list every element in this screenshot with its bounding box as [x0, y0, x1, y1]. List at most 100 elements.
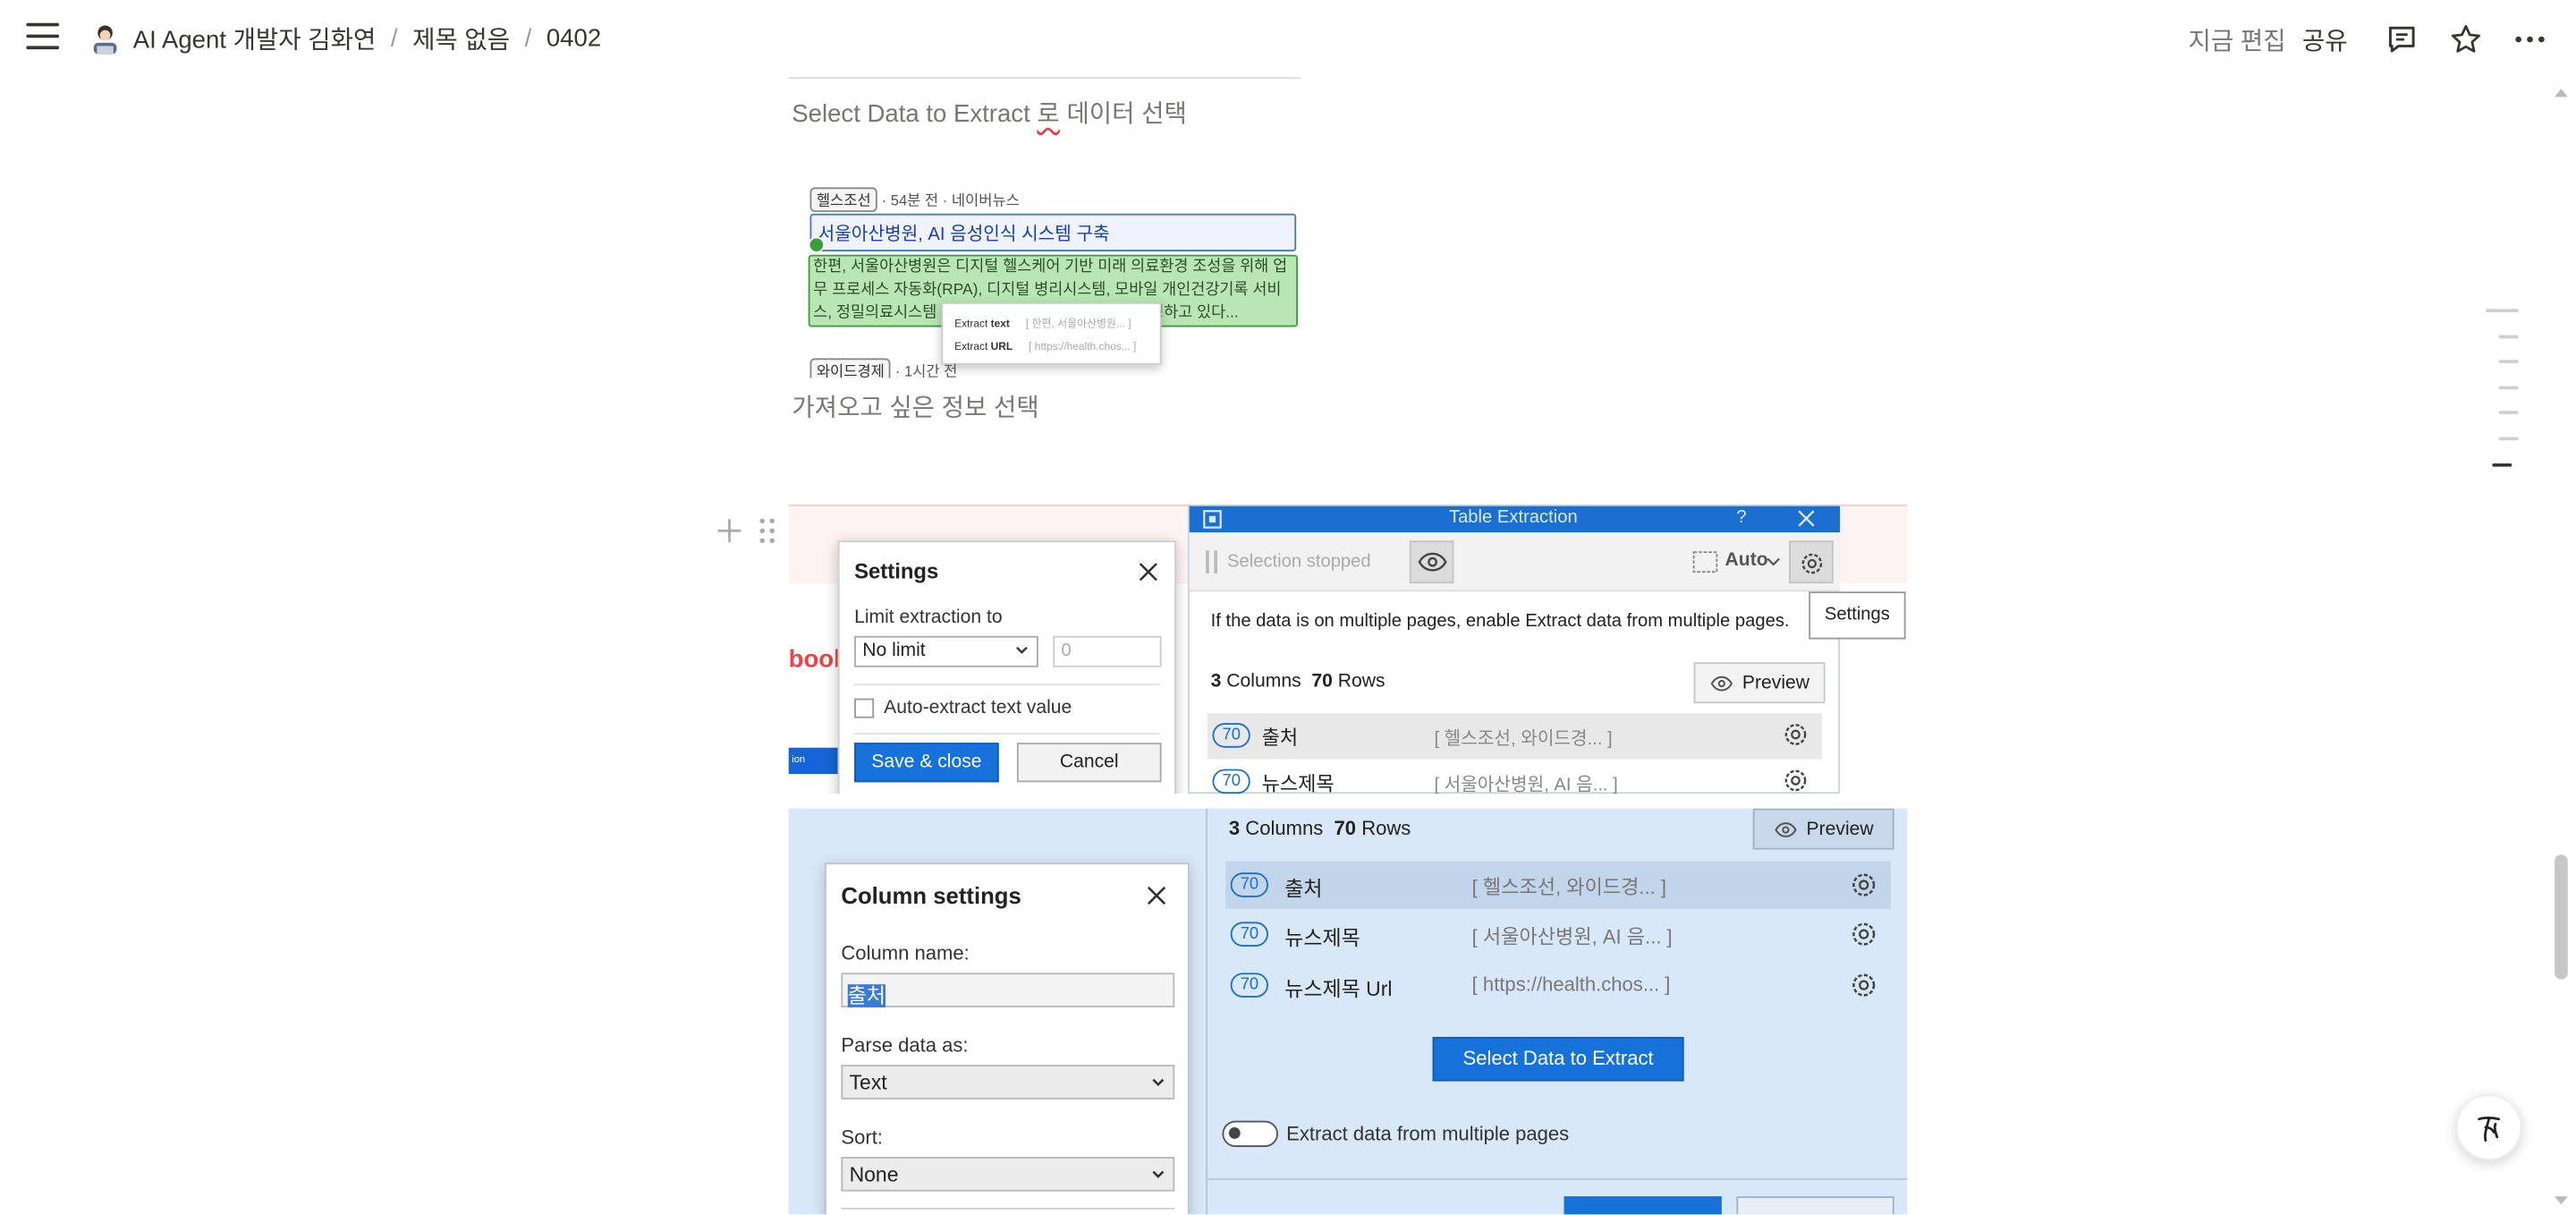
parse-value: Text	[849, 1071, 887, 1095]
app-icon	[1203, 510, 1222, 529]
row-count-pill: 70	[1212, 769, 1250, 794]
close-icon[interactable]	[1797, 509, 1815, 527]
preview-button[interactable]: Preview	[1693, 662, 1826, 704]
star-icon[interactable]	[2448, 21, 2484, 57]
comment-icon[interactable]	[2384, 21, 2419, 57]
preview-button[interactable]: Preview	[1752, 808, 1894, 850]
edited-status: 지금 편집	[2188, 27, 2286, 55]
option-value: [ 한편, 서울아산병원... ]	[1025, 319, 1131, 331]
column-name-input[interactable]: 출처	[841, 973, 1175, 1007]
column-row[interactable]: 70 뉴스제목 Url [ https://health.chos... ]	[1225, 961, 1891, 1008]
outline-item[interactable]	[2498, 386, 2519, 389]
source-badge: 와이드경제	[809, 358, 892, 378]
breadcrumb-workspace[interactable]: AI Agent 개발자 김화연	[133, 21, 377, 56]
row-count-pill: 70	[1212, 723, 1250, 748]
rows-count: 70	[1311, 672, 1333, 692]
extract-url-option[interactable]: Extract URL [ https://health.chos... ]	[954, 342, 1136, 353]
column-sample: [ 헬스조선, 와이드경... ]	[1471, 875, 1667, 899]
limit-select[interactable]: No limit	[854, 635, 1038, 667]
selection-dot	[808, 236, 826, 253]
auto-select[interactable]: Auto	[1725, 550, 1768, 570]
rows-label: Rows	[1361, 816, 1411, 840]
gear-icon[interactable]	[1783, 721, 1809, 747]
caption-choose-info: 가져오고 싶은 정보 선택	[792, 394, 1039, 423]
outline-item[interactable]	[2498, 411, 2519, 415]
share-button[interactable]: 공유	[2302, 22, 2348, 57]
news-meta: · 1시간 전	[894, 362, 958, 378]
add-block-icon[interactable]	[716, 516, 742, 546]
column-name: 뉴스제목	[1284, 926, 1360, 950]
scrollbar-thumb[interactable]	[2555, 854, 2568, 980]
column-settings-screenshot: 3 Columns 70 Rows Preview 70 출처 [ 헬스조선, …	[788, 808, 1908, 1215]
breadcrumb-page[interactable]: 제목 없음	[412, 21, 510, 56]
column-name-value: 출처	[847, 984, 886, 1007]
divider	[854, 684, 1160, 685]
cancel-button-partial[interactable]	[1736, 1196, 1894, 1215]
cancel-button[interactable]: Cancel	[1016, 743, 1162, 783]
menu-icon[interactable]	[26, 22, 60, 53]
limit-number-input[interactable]: 0	[1053, 635, 1162, 667]
columns-count: 3	[1210, 672, 1222, 692]
divider	[841, 1207, 1175, 1210]
columns-panel: 3 Columns 70 Rows Preview 70 출처 [ 헬스조선, …	[1206, 808, 1908, 1215]
select-data-button[interactable]: Select Data to Extract	[1432, 1036, 1684, 1082]
row-count-pill: 70	[1230, 922, 1269, 947]
close-icon[interactable]	[1135, 558, 1161, 584]
breadcrumb-subpage[interactable]: 0402	[547, 25, 601, 53]
news-meta: · 54분 전 · 네이버뉴스	[881, 191, 1020, 209]
preview-label: Preview	[1741, 673, 1810, 693]
help-button[interactable]: ?	[1736, 508, 1746, 528]
multipage-toggle[interactable]	[1222, 1120, 1278, 1148]
breadcrumb: AI Agent 개발자 김화연 / 제목 없음 / 0402	[89, 21, 601, 56]
save-button-partial[interactable]	[1563, 1196, 1722, 1215]
selection-status: Selection stopped	[1227, 552, 1371, 573]
ai-assistant-button[interactable]	[2455, 1094, 2522, 1160]
extract-text-option[interactable]: Extract text [ 한편, 서울아산병원... ]	[954, 314, 1131, 330]
chevron-down-icon	[1152, 1078, 1165, 1087]
outline-item[interactable]	[2498, 437, 2519, 441]
column-name-label: Column name:	[841, 941, 970, 965]
page-outline[interactable]	[2485, 309, 2519, 488]
eye-icon	[1774, 821, 1796, 837]
gear-icon	[1801, 553, 1823, 574]
breadcrumb-separator: /	[524, 24, 532, 53]
column-row[interactable]: 70 뉴스제목 [ 서울아산병원, AI 음... ]	[1225, 911, 1891, 958]
caption-suffix: 데이터 선택	[1059, 100, 1187, 129]
breadcrumb-separator: /	[390, 24, 398, 53]
option-label-bold: text	[990, 319, 1010, 331]
parse-select[interactable]: Text	[841, 1065, 1175, 1100]
auto-extract-checkbox[interactable]	[854, 698, 875, 718]
gear-icon[interactable]	[1850, 871, 1877, 898]
limit-number-value: 0	[1061, 641, 1072, 661]
gear-icon[interactable]	[1850, 971, 1877, 998]
column-row[interactable]: 70 뉴스제목 [ 서울아산병원, AI 음... ]	[1208, 760, 1822, 794]
divider	[1207, 1177, 1908, 1180]
limit-label: Limit extraction to	[854, 608, 1003, 628]
pause-icon[interactable]	[1204, 548, 1220, 574]
outline-item-active[interactable]	[2492, 463, 2512, 466]
column-row[interactable]: 70 출처 [ 헬스조선, 와이드경... ]	[1225, 861, 1892, 909]
gear-icon[interactable]	[1850, 921, 1877, 948]
column-row[interactable]: 70 출처 [ 헬스조선, 와이드경... ]	[1207, 713, 1822, 760]
divider	[788, 77, 1301, 80]
eye-toggle[interactable]	[1409, 540, 1454, 584]
save-close-button[interactable]: Save & close	[854, 743, 999, 783]
outline-item[interactable]	[2485, 309, 2519, 312]
ai-face-icon	[2478, 1117, 2500, 1143]
column-name: 출처	[1261, 726, 1299, 750]
close-icon[interactable]	[1143, 882, 1169, 908]
selected-title: 서울아산병원, AI 음성인식 시스템 구축	[809, 213, 1297, 252]
outline-item[interactable]	[2498, 334, 2519, 338]
more-icon[interactable]	[2512, 21, 2547, 57]
drag-handle-icon[interactable]	[758, 516, 777, 546]
settings-button[interactable]	[1789, 540, 1834, 584]
news-item-header: 와이드경제 · 1시간 전	[809, 358, 957, 378]
outline-item[interactable]	[2498, 360, 2519, 364]
eye-icon	[1418, 552, 1447, 572]
extract-context-menu: Extract text [ 한편, 서울아산병원... ] Extract U…	[941, 302, 1162, 365]
eye-icon	[1709, 675, 1733, 691]
scroll-up-icon[interactable]	[2553, 86, 2569, 99]
scroll-down-icon[interactable]	[2553, 1194, 2569, 1208]
sort-select[interactable]: None	[841, 1157, 1175, 1192]
gear-icon[interactable]	[1783, 768, 1809, 794]
